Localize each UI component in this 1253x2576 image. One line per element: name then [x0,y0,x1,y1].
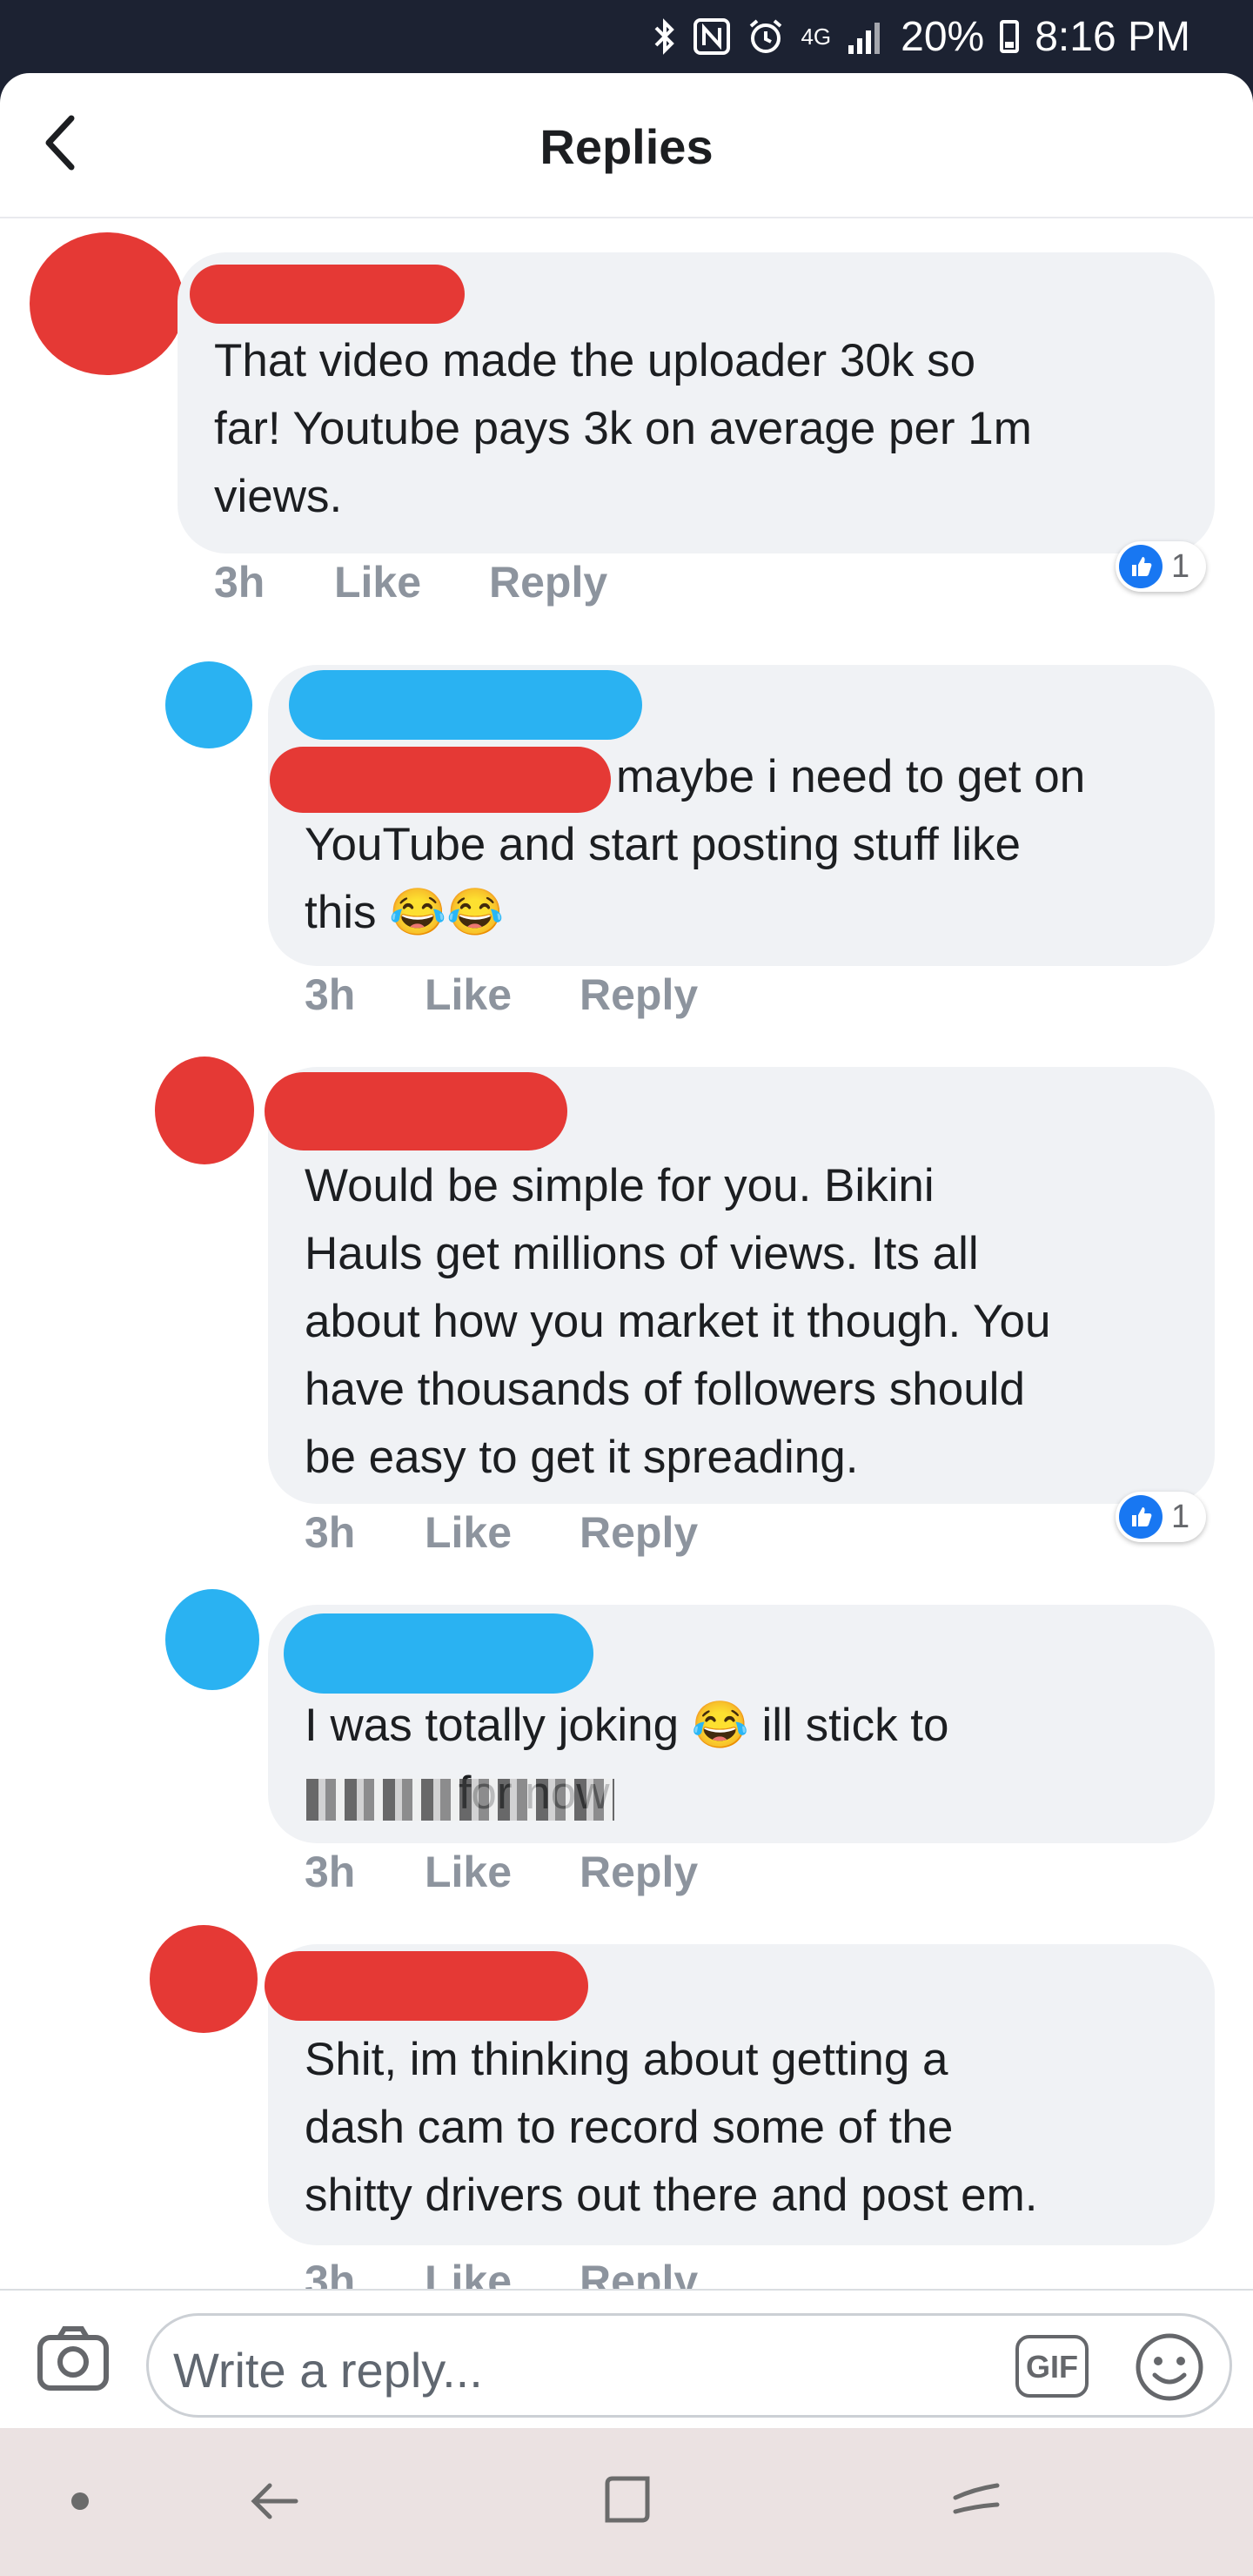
comment-text: Would be simple for you. Bikini Hauls ge… [305,1160,1051,1483]
like-button[interactable]: Like [425,1847,580,1897]
page-title: Replies [539,119,714,174]
status-icons: 4G 20% 8:16 PM [653,9,1190,64]
redacted-author-name [190,265,465,324]
thumbs-up-icon [1119,545,1163,588]
comment-actions: 3h Like Reply [305,969,698,1020]
reaction-count: 1 [1171,1498,1190,1535]
comment-time: 3h [214,558,265,607]
thumbs-up-icon [1119,1495,1163,1539]
reaction-badge[interactable]: 1 [1116,1492,1206,1542]
emoji-icon[interactable] [1134,2331,1205,2403]
comment-actions: 3h Like Reply [305,1847,698,1897]
comment-text: maybe i need to get on YouTube and start… [305,751,1086,938]
avatar[interactable] [165,661,252,748]
comment-time: 3h [305,2257,356,2291]
home-icon[interactable] [948,2472,1004,2527]
nfc-icon [694,18,731,55]
like-button[interactable]: Like [425,2256,580,2291]
recents-icon[interactable] [600,2472,656,2527]
redacted-author-name [265,1072,567,1150]
back-nav-icon[interactable] [247,2473,303,2529]
replies-sheet: Replies That video made the uploader 30k… [0,73,1253,2291]
reply-button[interactable]: Reply [580,2256,698,2291]
reply-button[interactable]: Reply [580,1847,698,1897]
comment-time: 3h [305,1508,356,1557]
battery-icon [1000,20,1020,53]
reply-button[interactable]: Reply [580,969,698,1020]
signal-icon [848,23,881,54]
dot-icon [71,2492,89,2510]
comment-actions: 3h Like Reply [305,1507,698,1558]
avatar[interactable] [155,1057,254,1164]
reply-input[interactable]: Write a reply... GIF [146,2313,1232,2418]
reaction-badge[interactable]: 1 [1116,541,1206,592]
avatar[interactable] [150,1925,258,2033]
comment-actions: 3h Like Reply [305,2256,698,2291]
battery-percent: 20% [901,13,985,60]
system-nav-bar [0,2428,1253,2576]
avatar[interactable] [165,1589,259,1690]
bluetooth-icon [655,18,675,55]
redacted-author-name [284,1613,593,1694]
camera-icon[interactable] [37,2325,110,2392]
redacted-author-name [289,670,642,740]
gif-button[interactable]: GIF [1015,2335,1089,2398]
reaction-count: 1 [1171,547,1190,585]
reply-button[interactable]: Reply [489,557,607,607]
reply-placeholder: Write a reply... [173,2343,483,2398]
comment-time: 3h [305,970,356,1019]
like-button[interactable]: Like [425,1507,580,1558]
like-button[interactable]: Like [425,969,580,1020]
comment-text: That video made the uploader 30k so far!… [214,335,1032,522]
alarm-icon [750,19,782,53]
comment-actions: 3h Like Reply [214,557,607,607]
comment-time: 3h [305,1848,356,1896]
header: Replies [0,73,1253,218]
status-bar: 4G 20% 8:16 PM [0,0,1253,73]
avatar[interactable] [30,232,184,375]
like-button[interactable]: Like [334,557,489,607]
reply-button[interactable]: Reply [580,1507,698,1558]
clock: 8:16 PM [1035,13,1190,60]
comment-text: Shit, im thinking about getting a dash c… [305,2034,1038,2221]
blurred-text [306,1779,614,1821]
redacted-author-name [265,1951,588,2021]
network-type-icon: 4G [801,23,832,50]
reply-composer: Write a reply... GIF [0,2289,1253,2430]
